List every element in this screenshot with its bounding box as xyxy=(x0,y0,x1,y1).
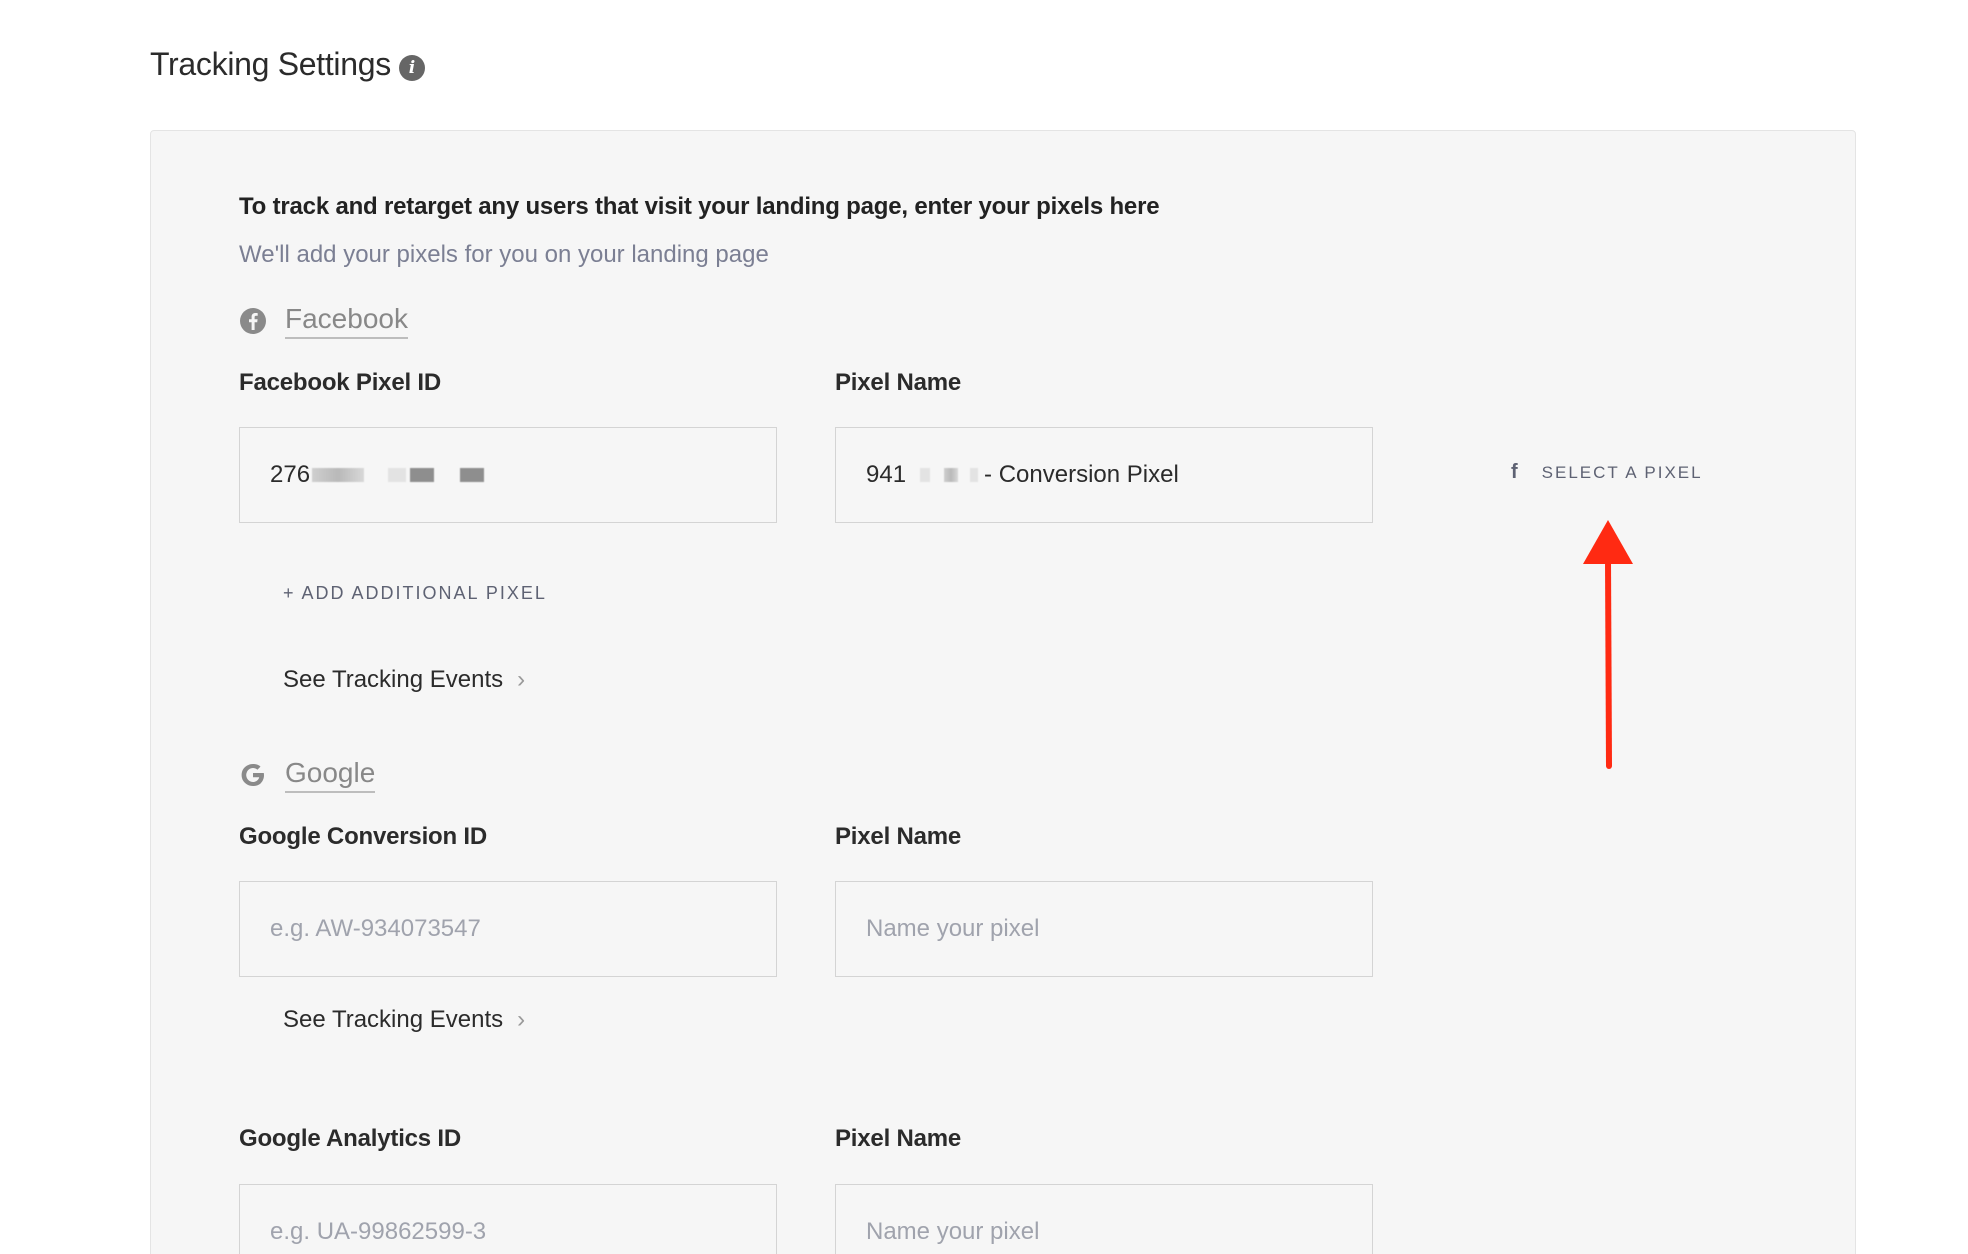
facebook-pixel-id-label: Facebook Pixel ID xyxy=(239,369,442,396)
facebook-f-icon: f xyxy=(1511,461,1520,483)
facebook-pixel-name-visible-digits: 941 xyxy=(866,461,907,488)
facebook-see-tracking-events-link[interactable]: See Tracking Events › xyxy=(283,666,525,694)
facebook-provider-name[interactable]: Facebook xyxy=(285,303,408,339)
see-tracking-events-label: See Tracking Events xyxy=(283,666,504,693)
google-analytics-id-input[interactable]: e.g. UA-99862599-3 xyxy=(239,1184,777,1254)
panel-intro: To track and retarget any users that vis… xyxy=(239,193,1160,220)
page-title: Tracking Settings xyxy=(150,46,391,82)
facebook-pixel-name-label: Pixel Name xyxy=(835,369,962,396)
google-analytics-id-label: Google Analytics ID xyxy=(239,1125,462,1152)
facebook-icon xyxy=(239,307,267,335)
redacted-block xyxy=(312,468,365,482)
google-icon xyxy=(239,761,267,789)
add-additional-pixel-button[interactable]: + ADD ADDITIONAL PIXEL xyxy=(283,583,547,604)
select-a-pixel-button[interactable]: f SELECT A PIXEL xyxy=(1511,461,1703,484)
facebook-pixel-id-visible-digits: 276 xyxy=(270,461,311,488)
redacted-block xyxy=(410,468,435,482)
google-conversion-pixel-name-label: Pixel Name xyxy=(835,823,962,850)
annotation-arrow-icon xyxy=(1583,520,1633,769)
google-see-tracking-events-link[interactable]: See Tracking Events › xyxy=(283,1006,525,1034)
redacted-block xyxy=(970,468,979,482)
google-provider-header: Google xyxy=(239,757,376,793)
facebook-pixel-name-input[interactable]: 941 - Conversion Pixel xyxy=(835,427,1373,523)
facebook-pixel-id-input[interactable]: 276 xyxy=(239,427,777,523)
see-tracking-events-label: See Tracking Events xyxy=(283,1006,504,1033)
redacted-block xyxy=(944,468,959,482)
panel-subtext: We'll add your pixels for you on your la… xyxy=(239,241,769,268)
tracking-settings-page: Tracking Settings i To track and retarge… xyxy=(0,0,1968,1254)
facebook-provider-header: Facebook xyxy=(239,303,408,339)
google-analytics-pixel-name-input[interactable]: Name your pixel xyxy=(835,1184,1373,1254)
facebook-pixel-name-value: 941 - Conversion Pixel xyxy=(866,461,1179,489)
google-analytics-pixel-name-label: Pixel Name xyxy=(835,1125,962,1152)
google-conversion-id-input[interactable]: e.g. AW-934073547 xyxy=(239,881,777,977)
google-provider-name[interactable]: Google xyxy=(285,757,376,793)
info-icon[interactable]: i xyxy=(398,54,425,81)
redacted-block xyxy=(388,468,407,482)
facebook-pixel-name-suffix: - Conversion Pixel xyxy=(984,461,1179,488)
redacted-block xyxy=(460,468,485,482)
facebook-pixel-id-value: 276 xyxy=(270,461,486,489)
google-conversion-id-label: Google Conversion ID xyxy=(239,823,488,850)
title-row: Tracking Settings i xyxy=(150,46,425,83)
google-conversion-pixel-name-input[interactable]: Name your pixel xyxy=(835,881,1373,977)
select-a-pixel-label: SELECT A PIXEL xyxy=(1541,462,1703,482)
redacted-block xyxy=(920,468,931,482)
chevron-right-icon: › xyxy=(517,666,526,693)
chevron-right-icon: › xyxy=(517,1006,526,1033)
